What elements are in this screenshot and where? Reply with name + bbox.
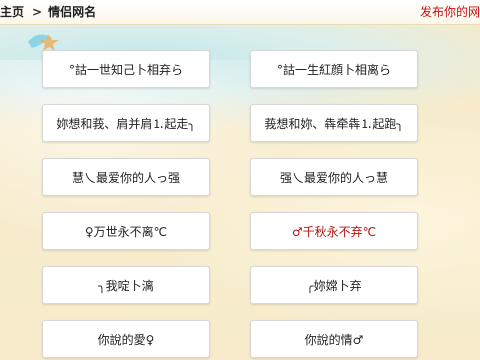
header-bar: 主页 > 情侣网名 发布你的网 <box>0 0 480 25</box>
name-card-text: 莪想和妳、犇牵犇⒈起跑╮ <box>264 116 404 131</box>
name-card[interactable]: 你說的愛♀ <box>42 320 210 358</box>
name-card[interactable]: 强乀最爱你的人っ慧 <box>250 158 418 196</box>
breadcrumb-home-link[interactable]: 主页 <box>0 5 24 19</box>
name-card-text: 强乀最爱你的人っ慧 <box>279 170 388 185</box>
name-card[interactable]: 妳想和莪、肩并肩⒈起走╮ <box>42 104 210 142</box>
name-card-text: ♀万世永不离℃ <box>84 224 168 239</box>
name-card-text: °詁一生紅顔卜相离ら <box>276 62 391 77</box>
name-card-text: ╭妳嫦卜弃 <box>306 278 362 293</box>
name-card-text: 慧乀最爱你的人っ强 <box>71 170 180 185</box>
name-card-text: 妳想和莪、肩并肩⒈起走╮ <box>56 116 196 131</box>
name-card[interactable]: ╭妳嫦卜弃 <box>250 266 418 304</box>
name-card[interactable]: ♀万世永不离℃ <box>42 212 210 250</box>
name-card[interactable]: ╮我啶卜漓 <box>42 266 210 304</box>
name-card-text: °詁一世知己卜相弃ら <box>68 62 183 77</box>
name-card-text: ╮我啶卜漓 <box>98 278 154 293</box>
name-card[interactable]: 你說的情♂ <box>250 320 418 358</box>
publish-link[interactable]: 发布你的网 <box>420 3 480 20</box>
name-card-text: 你說的愛♀ <box>97 332 155 347</box>
name-card[interactable]: ♂千秋永不弃℃ <box>250 212 418 250</box>
name-card-text: ♂千秋永不弃℃ <box>291 224 377 239</box>
breadcrumb-current: 情侣网名 <box>48 5 97 19</box>
page: 主页 > 情侣网名 发布你的网 °詁一世知己卜相弃ら °詁一生紅顔卜相离ら 妳想和莪… <box>0 0 480 360</box>
name-card[interactable]: °詁一生紅顔卜相离ら <box>250 50 418 88</box>
name-card[interactable]: 莪想和妳、犇牵犇⒈起跑╮ <box>250 104 418 142</box>
name-card[interactable]: 慧乀最爱你的人っ强 <box>42 158 210 196</box>
name-card-text: 你說的情♂ <box>304 332 364 347</box>
breadcrumb-separator: > <box>32 5 43 19</box>
breadcrumb: 主页 > 情侣网名 <box>0 3 96 20</box>
name-card[interactable]: °詁一世知己卜相弃ら <box>42 50 210 88</box>
